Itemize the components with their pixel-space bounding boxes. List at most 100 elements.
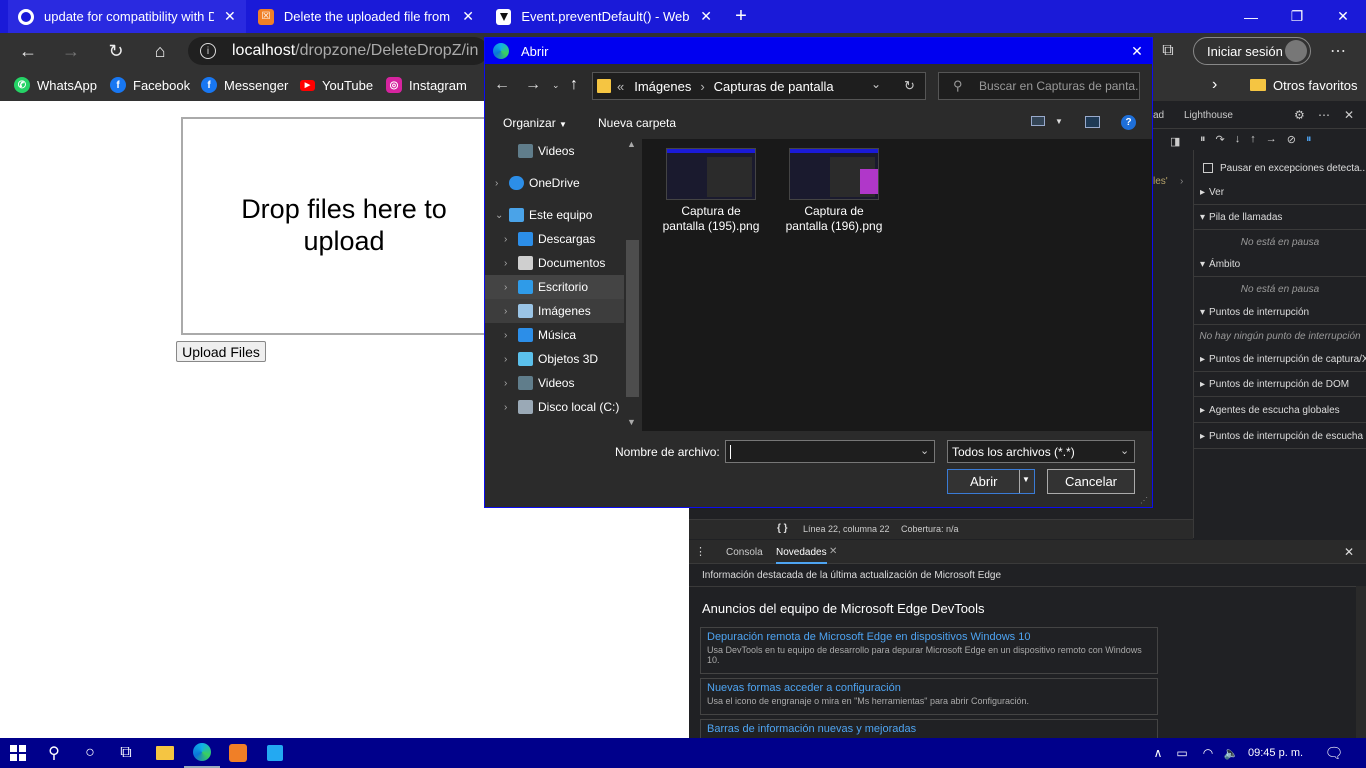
close-drawer-icon[interactable]: ✕	[1344, 545, 1354, 559]
signin-button[interactable]: Iniciar sesión	[1193, 37, 1311, 65]
view-dropdown-arrow-icon[interactable]: ▼	[1055, 117, 1063, 126]
chevron-right-icon[interactable]: ›	[504, 402, 507, 413]
home-button[interactable]: ⌂	[142, 33, 178, 69]
bookmark-instagram[interactable]: ◎ Instagram	[386, 69, 467, 101]
section-scope[interactable]: ▾ Ámbito	[1194, 253, 1366, 277]
announcement-card[interactable]: Barras de información nuevas y mejoradas	[700, 719, 1158, 738]
pause-on-exceptions-icon[interactable]: ⏸	[1306, 133, 1312, 149]
up-arrow-icon[interactable]: ↑	[570, 76, 578, 94]
section-breakpoints[interactable]: ▾ Puntos de interrupción	[1194, 301, 1366, 325]
tab-mdn[interactable]: Event.preventDefault() - Web AP ✕	[486, 0, 722, 33]
checkbox[interactable]	[1203, 163, 1213, 173]
filetype-select[interactable]: Todos los archivos (*.*) ⌄	[947, 440, 1135, 463]
expand-chevron-icon[interactable]: ›	[1180, 176, 1183, 187]
refresh-button[interactable]: ↻	[98, 33, 134, 69]
cancel-button[interactable]: Cancelar	[1047, 469, 1135, 494]
section-dom-breakpoints[interactable]: ▸ Puntos de interrupción de DOM	[1194, 373, 1366, 397]
info-icon[interactable]: i	[200, 43, 216, 59]
dialog-search-input[interactable]: ⚲ Buscar en Capturas de panta...	[938, 72, 1140, 100]
volume-icon[interactable]: 🔈	[1220, 738, 1242, 768]
filename-dropdown-chevron-icon[interactable]: ⌄	[920, 444, 929, 457]
close-window-button[interactable]: ✕	[1320, 0, 1366, 33]
dialog-close-button[interactable]: ✕	[1126, 38, 1148, 64]
bookmark-messenger[interactable]: f Messenger	[201, 69, 288, 101]
breadcrumb-overflow-icon[interactable]: «	[617, 79, 624, 94]
close-tab-icon[interactable]: ✕	[829, 546, 837, 557]
announcement-title[interactable]: Barras de información nuevas y mejoradas	[707, 723, 1151, 735]
new-tab-button[interactable]: +	[730, 0, 752, 33]
section-global-listeners[interactable]: ▸ Agentes de escucha globales	[1194, 399, 1366, 423]
forward-arrow-icon[interactable]: →	[525, 76, 541, 94]
open-options-arrow-icon[interactable]: ▼	[1022, 475, 1030, 484]
announcement-card[interactable]: Nuevas formas acceder a configuración Us…	[700, 678, 1158, 715]
other-favorites[interactable]: Otros favoritos	[1250, 69, 1358, 101]
close-tab-icon[interactable]: ✕	[462, 8, 474, 25]
new-folder-button[interactable]: Nueva carpeta	[598, 116, 676, 130]
devtools-tab-partial[interactable]: ad	[1153, 110, 1164, 124]
close-tab-icon[interactable]: ✕	[224, 8, 236, 25]
step-out-icon[interactable]: ↑	[1250, 133, 1256, 149]
chevron-right-icon[interactable]: ›	[495, 178, 498, 189]
breadcrumb-separator-icon[interactable]: ›	[700, 79, 704, 94]
address-bar[interactable]: i localhost/dropzone/DeleteDropZ/in	[188, 37, 488, 65]
chevron-right-icon[interactable]: ›	[504, 378, 507, 389]
more-options-icon[interactable]: ⋯	[1318, 108, 1330, 122]
section-watch[interactable]: ▸ Ver	[1194, 181, 1366, 205]
forward-button[interactable]: →	[53, 33, 89, 69]
maximize-button[interactable]: ❐	[1274, 0, 1320, 33]
devtools-tab-lighthouse[interactable]: Lighthouse	[1184, 110, 1233, 124]
section-call-stack[interactable]: ▾ Pila de llamadas	[1194, 206, 1366, 230]
tab-github[interactable]: update for compatibility with Dr ✕	[8, 0, 246, 33]
scrollbar[interactable]	[1356, 586, 1366, 738]
pretty-print-icon[interactable]: { }	[777, 523, 788, 534]
address-dropdown-chevron-icon[interactable]: ⌄	[871, 77, 881, 91]
bookmarks-overflow-chevron-icon[interactable]: ›	[1212, 69, 1217, 101]
file-explorer-icon[interactable]	[147, 738, 183, 768]
collections-icon[interactable]: ⧉	[1154, 37, 1182, 65]
drawer-menu-icon[interactable]: ⋮	[695, 545, 706, 558]
bookmark-facebook[interactable]: f Facebook	[110, 69, 190, 101]
more-menu-icon[interactable]: ⋯	[1322, 37, 1354, 65]
nav-item[interactable]: › Disco local (C:)	[485, 395, 624, 419]
notifications-icon[interactable]: 🗨	[1316, 738, 1352, 768]
step-over-icon[interactable]: ↷	[1216, 133, 1225, 149]
cortana-icon[interactable]: ○	[72, 738, 108, 768]
announcement-title[interactable]: Nuevas formas acceder a configuración	[707, 682, 1151, 694]
filetype-dropdown-chevron-icon[interactable]: ⌄	[1120, 444, 1129, 457]
dialog-address-bar[interactable]: « Imágenes › Capturas de pantalla ⌄ ↻	[592, 72, 926, 100]
clock[interactable]: 09:45 p. m.	[1248, 738, 1303, 768]
edge-icon[interactable]	[184, 738, 220, 768]
recent-locations-chevron-icon[interactable]: ⌄	[552, 80, 560, 91]
nav-item[interactable]: › Videos	[485, 371, 624, 395]
nav-item[interactable]: › OneDrive	[485, 171, 624, 195]
bookmark-youtube[interactable]: ▶ YouTube	[300, 69, 373, 101]
view-options-icon[interactable]	[1031, 116, 1045, 126]
windows-start-icon[interactable]	[0, 738, 36, 768]
refresh-icon[interactable]: ↻	[904, 78, 915, 94]
chevron-right-icon[interactable]: ›	[504, 258, 507, 269]
scroll-down-arrow-icon[interactable]: ▼	[627, 417, 636, 427]
vscode-icon[interactable]	[257, 738, 293, 768]
wifi-icon[interactable]: ◠	[1196, 738, 1220, 768]
upload-files-button[interactable]: Upload Files	[176, 341, 266, 362]
back-button[interactable]: ←	[10, 33, 46, 69]
breadcrumb-item[interactable]: Imágenes	[634, 79, 691, 94]
nav-item[interactable]: › Descargas	[485, 227, 624, 251]
step-into-icon[interactable]: ↓	[1235, 133, 1241, 149]
bookmark-whatsapp[interactable]: ✆ WhatsApp	[14, 69, 97, 101]
scroll-up-arrow-icon[interactable]: ▲	[627, 139, 636, 149]
nav-item[interactable]: › Música	[485, 323, 624, 347]
show-hidden-icons-icon[interactable]: ∧	[1146, 738, 1170, 768]
deactivate-breakpoints-icon[interactable]: ⊘	[1287, 133, 1296, 149]
back-arrow-icon[interactable]: ←	[494, 76, 510, 94]
nav-item[interactable]: › Imágenes	[485, 299, 624, 323]
settings-gear-icon[interactable]: ⚙	[1294, 108, 1305, 122]
close-tab-icon[interactable]: ✕	[700, 8, 712, 25]
filename-input[interactable]: ⌄	[725, 440, 935, 463]
chevron-right-icon[interactable]: ›	[504, 354, 507, 365]
help-icon[interactable]: ?	[1121, 115, 1136, 130]
chevron-right-icon[interactable]: ›	[504, 306, 507, 317]
minimize-button[interactable]: —	[1228, 0, 1274, 33]
tab-xampp[interactable]: ☒ Delete the uploaded file from Dr ✕	[248, 0, 484, 33]
step-icon[interactable]: →	[1266, 133, 1277, 149]
